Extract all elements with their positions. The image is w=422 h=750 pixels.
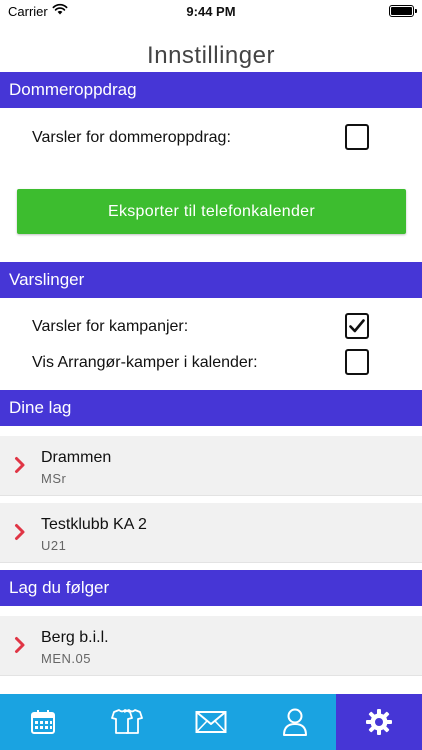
organizer-calendar-checkbox[interactable] [345,349,369,375]
team-category: MSr [41,471,67,486]
tab-profile[interactable] [252,694,337,750]
referee-notify-checkbox[interactable] [345,124,369,150]
status-bar: Carrier 9:44 PM [0,0,422,24]
calendar-icon [30,710,55,734]
chevron-right-icon [14,456,26,479]
tab-bar [0,694,422,750]
tab-settings[interactable] [336,694,422,750]
tab-calendar[interactable] [0,694,85,750]
followed-team-card[interactable]: Berg b.i.l. MEN.05 [0,616,422,676]
team-card[interactable]: Testklubb KA 2 U21 [0,503,422,563]
chevron-right-icon [14,523,26,546]
organizer-calendar-label: Vis Arrangør-kamper i kalender: [32,354,258,371]
page-title: Innstillinger [147,42,275,69]
jerseys-icon [110,709,143,734]
team-category: MEN.05 [41,651,91,666]
team-name: Drammen [41,449,112,466]
campaigns-notify-checkbox[interactable] [345,313,369,339]
section-header-my-teams: Dine lag [0,390,422,426]
export-calendar-button[interactable]: Eksporter til telefonkalender [17,189,406,234]
envelope-icon [195,711,226,733]
section-header-notifications: Varslinger [0,262,422,298]
gear-icon [366,709,392,735]
person-icon [282,708,307,736]
section-header-referee: Dommeroppdrag [0,72,422,108]
campaigns-notify-row: Varsler for kampanjer: [0,311,422,345]
organizer-calendar-row: Vis Arrangør-kamper i kalender: [0,347,422,381]
tab-teams[interactable] [84,694,169,750]
team-card[interactable]: Drammen MSr [0,436,422,496]
battery-icon [389,5,417,17]
chevron-right-icon [14,636,26,659]
referee-notify-row: Varsler for dommeroppdrag: [0,122,422,156]
section-header-followed-teams: Lag du følger [0,570,422,606]
tab-messages[interactable] [168,694,253,750]
referee-notify-label: Varsler for dommeroppdrag: [32,129,231,146]
checkmark-icon [349,319,365,333]
team-name: Testklubb KA 2 [41,516,147,533]
team-name: Berg b.i.l. [41,629,109,646]
team-category: U21 [41,538,67,553]
status-time: 9:44 PM [186,4,236,19]
campaigns-notify-label: Varsler for kampanjer: [32,318,189,335]
